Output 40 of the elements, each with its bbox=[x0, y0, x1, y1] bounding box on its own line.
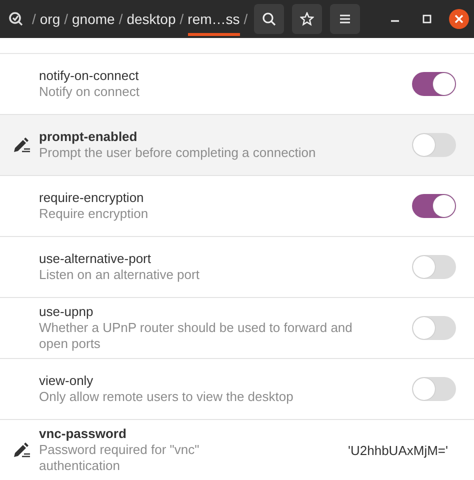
menu-button[interactable] bbox=[330, 4, 360, 34]
search-button[interactable] bbox=[254, 4, 284, 34]
toggle-switch[interactable] bbox=[412, 316, 456, 340]
key-description: Password required for "vnc" authentication bbox=[39, 442, 200, 474]
key-name: use-upnp bbox=[39, 304, 94, 320]
key-name: require-encryption bbox=[39, 190, 145, 206]
path-separator: / bbox=[64, 11, 68, 27]
bookmark-button[interactable] bbox=[292, 4, 322, 34]
key-row[interactable]: prompt-enabled Prompt the user before completing a connection bbox=[0, 115, 474, 176]
search-icon bbox=[262, 12, 276, 26]
key-name: use-alternative-port bbox=[39, 251, 152, 267]
path-separator: / bbox=[32, 11, 36, 27]
key-name: prompt-enabled bbox=[39, 129, 138, 145]
toggle-switch[interactable] bbox=[412, 377, 456, 401]
path-segment[interactable]: desktop bbox=[126, 2, 176, 36]
key-description: Only allow remote users to view the desktop bbox=[39, 389, 294, 405]
key-description: Require encryption bbox=[39, 206, 148, 222]
key-name: notify-on-connect bbox=[39, 68, 140, 84]
key-name: vnc-password bbox=[39, 426, 128, 442]
key-description: Whether a UPnP router should be used to forward and open ports bbox=[39, 320, 354, 352]
path-separator: / bbox=[118, 11, 123, 27]
menu-icon bbox=[338, 13, 351, 25]
path-segment[interactable]: org bbox=[40, 2, 60, 36]
key-name: view-only bbox=[39, 373, 94, 389]
toggle-switch[interactable] bbox=[412, 72, 456, 96]
toggle-switch[interactable] bbox=[412, 133, 456, 157]
maximize-icon[interactable] bbox=[422, 14, 432, 24]
path-segment[interactable]: rem…ss bbox=[188, 2, 240, 36]
toggle-switch[interactable] bbox=[412, 255, 456, 279]
star-icon bbox=[300, 12, 314, 26]
key-description: Listen on an alternative port bbox=[39, 267, 200, 283]
path-segment[interactable]: gnome bbox=[72, 2, 115, 36]
close-icon[interactable] bbox=[448, 8, 470, 30]
toggle-switch[interactable] bbox=[412, 194, 456, 218]
path-separator: / bbox=[244, 11, 248, 27]
key-description: Prompt the user before completing a connection bbox=[39, 145, 316, 161]
search-icon[interactable] bbox=[8, 11, 24, 27]
path-separator: / bbox=[180, 11, 184, 27]
key-description: Notify on connect bbox=[39, 84, 140, 100]
key-value: 'U2hhbUAxMjM=' bbox=[348, 442, 448, 458]
